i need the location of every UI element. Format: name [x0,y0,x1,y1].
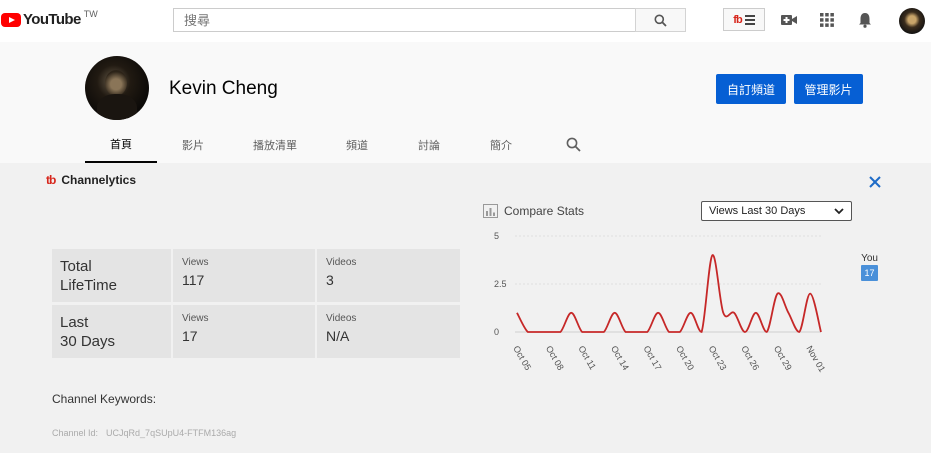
last30-label-cell: Last 30 Days [52,305,171,358]
channel-name: Kevin Cheng [169,78,278,99]
logo-region: TW [83,9,98,19]
tab-about[interactable]: 簡介 [465,126,537,163]
series-line-you [516,254,822,333]
channel-avatar [85,56,149,120]
last30-label-line2: 30 Days [60,333,116,350]
tab-videos[interactable]: 影片 [157,126,229,163]
channel-search-icon[interactable] [555,126,591,163]
x-tick-label: Oct 14 [609,344,631,372]
customize-channel-button[interactable]: 自訂頻道 [716,74,786,104]
chart-legend: You 17 [861,253,878,281]
lifetime-views-value: 117 [182,272,205,288]
channel-header: Kevin Cheng 自訂頻道 管理影片 首頁 影片 播放清單 頻道 討論 簡… [0,42,931,163]
channel-keywords-label: Channel Keywords: [52,392,157,406]
account-avatar[interactable] [899,8,925,34]
lifetime-label-line2: LifeTime [60,277,117,294]
x-tick-label: Oct 05 [511,344,533,372]
apps-grid-icon[interactable] [818,11,836,29]
tab-channels[interactable]: 頻道 [321,126,393,163]
youtube-logo[interactable]: YouTube TW [1,9,98,28]
compare-period-value: Views Last 30 Days [709,205,806,217]
compare-stats-label: Compare Stats [504,204,585,218]
compare-period-select[interactable]: Views Last 30 Days [701,201,852,221]
search-icon [654,14,667,27]
last30-views-label: Views [182,313,209,324]
last30-views-cell: Views 17 [173,305,315,358]
y-tick-label: 5 [494,231,499,241]
x-tick-label: Oct 08 [544,344,566,372]
lifetime-videos-cell: Videos 3 [317,249,460,302]
x-tick-label: Oct 29 [772,344,794,372]
last30-videos-value: N/A [326,328,350,344]
last30-videos-cell: Videos N/A [317,305,460,358]
last30-label-line1: Last [60,314,89,331]
manage-videos-button[interactable]: 管理影片 [794,74,863,104]
x-tick-label: Nov 01 [804,344,827,374]
channel-id-label: Channel Id: [52,428,99,438]
chevron-down-icon [834,207,844,214]
channel-id-value: UCJqRd_7qSUpU4-FTFM136ag [106,428,237,438]
search-input[interactable] [173,8,635,32]
lifetime-views-label: Views [182,257,209,268]
lifetime-views-cell: Views 117 [173,249,315,302]
close-icon[interactable] [867,174,883,190]
create-video-icon[interactable] [780,11,798,29]
legend-label: You [861,253,878,264]
channelytics-header: tb Channelytics [46,173,136,187]
x-tick-label: Oct 20 [674,344,696,372]
x-tick-label: Oct 11 [576,344,598,371]
channelytics-title: Channelytics [61,173,137,187]
search-button[interactable] [635,8,686,32]
top-bar: YouTube TW fb [0,0,931,42]
lifetime-videos-label: Videos [326,257,357,268]
tab-discussion[interactable]: 討論 [393,126,465,163]
last30-views-value: 17 [182,328,198,344]
tubebuddy-logo-icon: fb [733,13,742,26]
compare-stats[interactable]: Compare Stats [483,204,584,218]
lifetime-videos-value: 3 [326,272,334,288]
tubebuddy-menu-button[interactable]: fb [723,8,765,31]
y-tick-label: 2.5 [494,279,507,289]
last30-videos-label: Videos [326,313,357,324]
menu-icon [744,14,755,25]
views-line-chart: 0 2.5 5 Oct 05 Oct 08 Oct 11 Oct 14 Oct 17 Oct 2… [494,231,827,374]
notifications-bell-icon[interactable] [856,11,874,29]
tubebuddy-logo-icon: tb [46,173,56,187]
tab-playlists[interactable]: 播放清單 [229,126,321,163]
x-tick-label: Oct 17 [642,344,664,372]
legend-value-badge: 17 [861,265,878,281]
y-tick-label: 0 [494,327,499,337]
lifetime-label-cell: Total LifeTime [52,249,171,302]
logo-text: YouTube [23,11,81,28]
x-tick-label: Oct 26 [739,344,761,372]
bar-chart-icon [483,204,498,218]
youtube-play-icon [1,13,21,27]
tab-home[interactable]: 首頁 [85,126,157,163]
lifetime-label-line1: Total [60,258,92,275]
x-tick-label: Oct 23 [707,344,729,372]
channel-id: Channel Id: UCJqRd_7qSUpU4-FTFM136ag [52,428,236,438]
